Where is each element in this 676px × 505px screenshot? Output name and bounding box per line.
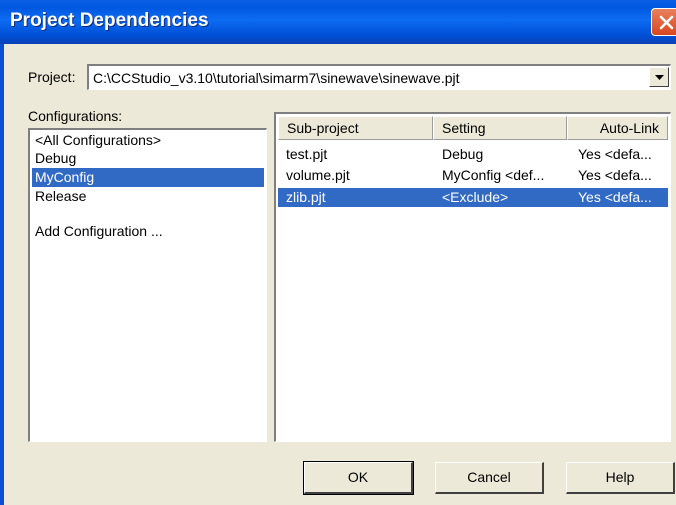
table-row[interactable]: test.pjt Debug Yes <defa...	[278, 145, 668, 164]
cell-autolink: Yes <defa...	[578, 146, 652, 162]
close-button[interactable]	[651, 8, 676, 36]
cell-setting: Debug	[442, 146, 484, 162]
config-item-all[interactable]: <All Configurations>	[32, 131, 264, 150]
column-header-subproject[interactable]: Sub-project	[278, 116, 433, 140]
table-row[interactable]: zlib.pjt <Exclude> Yes <defa...	[278, 188, 668, 207]
cell-subproject: test.pjt	[286, 146, 328, 162]
project-label: Project:	[28, 69, 76, 85]
configurations-label: Configurations:	[28, 108, 123, 124]
project-path-value: C:\CCStudio_v3.10\tutorial\simarm7\sinew…	[93, 70, 460, 86]
config-item-myconfig[interactable]: MyConfig	[32, 168, 264, 187]
configurations-list[interactable]: <All Configurations> Debug MyConfig Rele…	[28, 128, 267, 442]
close-icon	[659, 15, 674, 30]
cell-subproject: volume.pjt	[286, 167, 350, 183]
dependencies-list[interactable]: Sub-project Setting Auto-Link test.pjt D…	[274, 112, 671, 442]
cell-autolink: Yes <defa...	[578, 189, 652, 205]
project-combobox[interactable]: C:\CCStudio_v3.10\tutorial\simarm7\sinew…	[87, 64, 671, 90]
project-dropdown-button[interactable]	[649, 67, 669, 87]
chevron-down-icon	[655, 75, 664, 80]
cancel-button[interactable]: Cancel	[435, 462, 544, 494]
config-item-release[interactable]: Release	[32, 187, 264, 206]
column-header-autolink[interactable]: Auto-Link	[567, 116, 668, 140]
table-row[interactable]: volume.pjt MyConfig <def... Yes <defa...	[278, 166, 668, 185]
ok-button[interactable]: OK	[303, 461, 414, 495]
title-bar[interactable]: Project Dependencies	[0, 0, 676, 44]
cell-subproject: zlib.pjt	[286, 189, 326, 205]
window-frame-left	[0, 44, 4, 505]
config-item-debug[interactable]: Debug	[32, 149, 264, 168]
column-header-setting[interactable]: Setting	[433, 116, 567, 140]
cell-setting: MyConfig <def...	[442, 167, 545, 183]
config-item-add-configuration[interactable]: Add Configuration ...	[32, 222, 264, 241]
help-button[interactable]: Help	[566, 462, 675, 494]
cell-autolink: Yes <defa...	[578, 167, 652, 183]
window-title: Project Dependencies	[10, 10, 209, 31]
cell-setting: <Exclude>	[442, 189, 509, 205]
